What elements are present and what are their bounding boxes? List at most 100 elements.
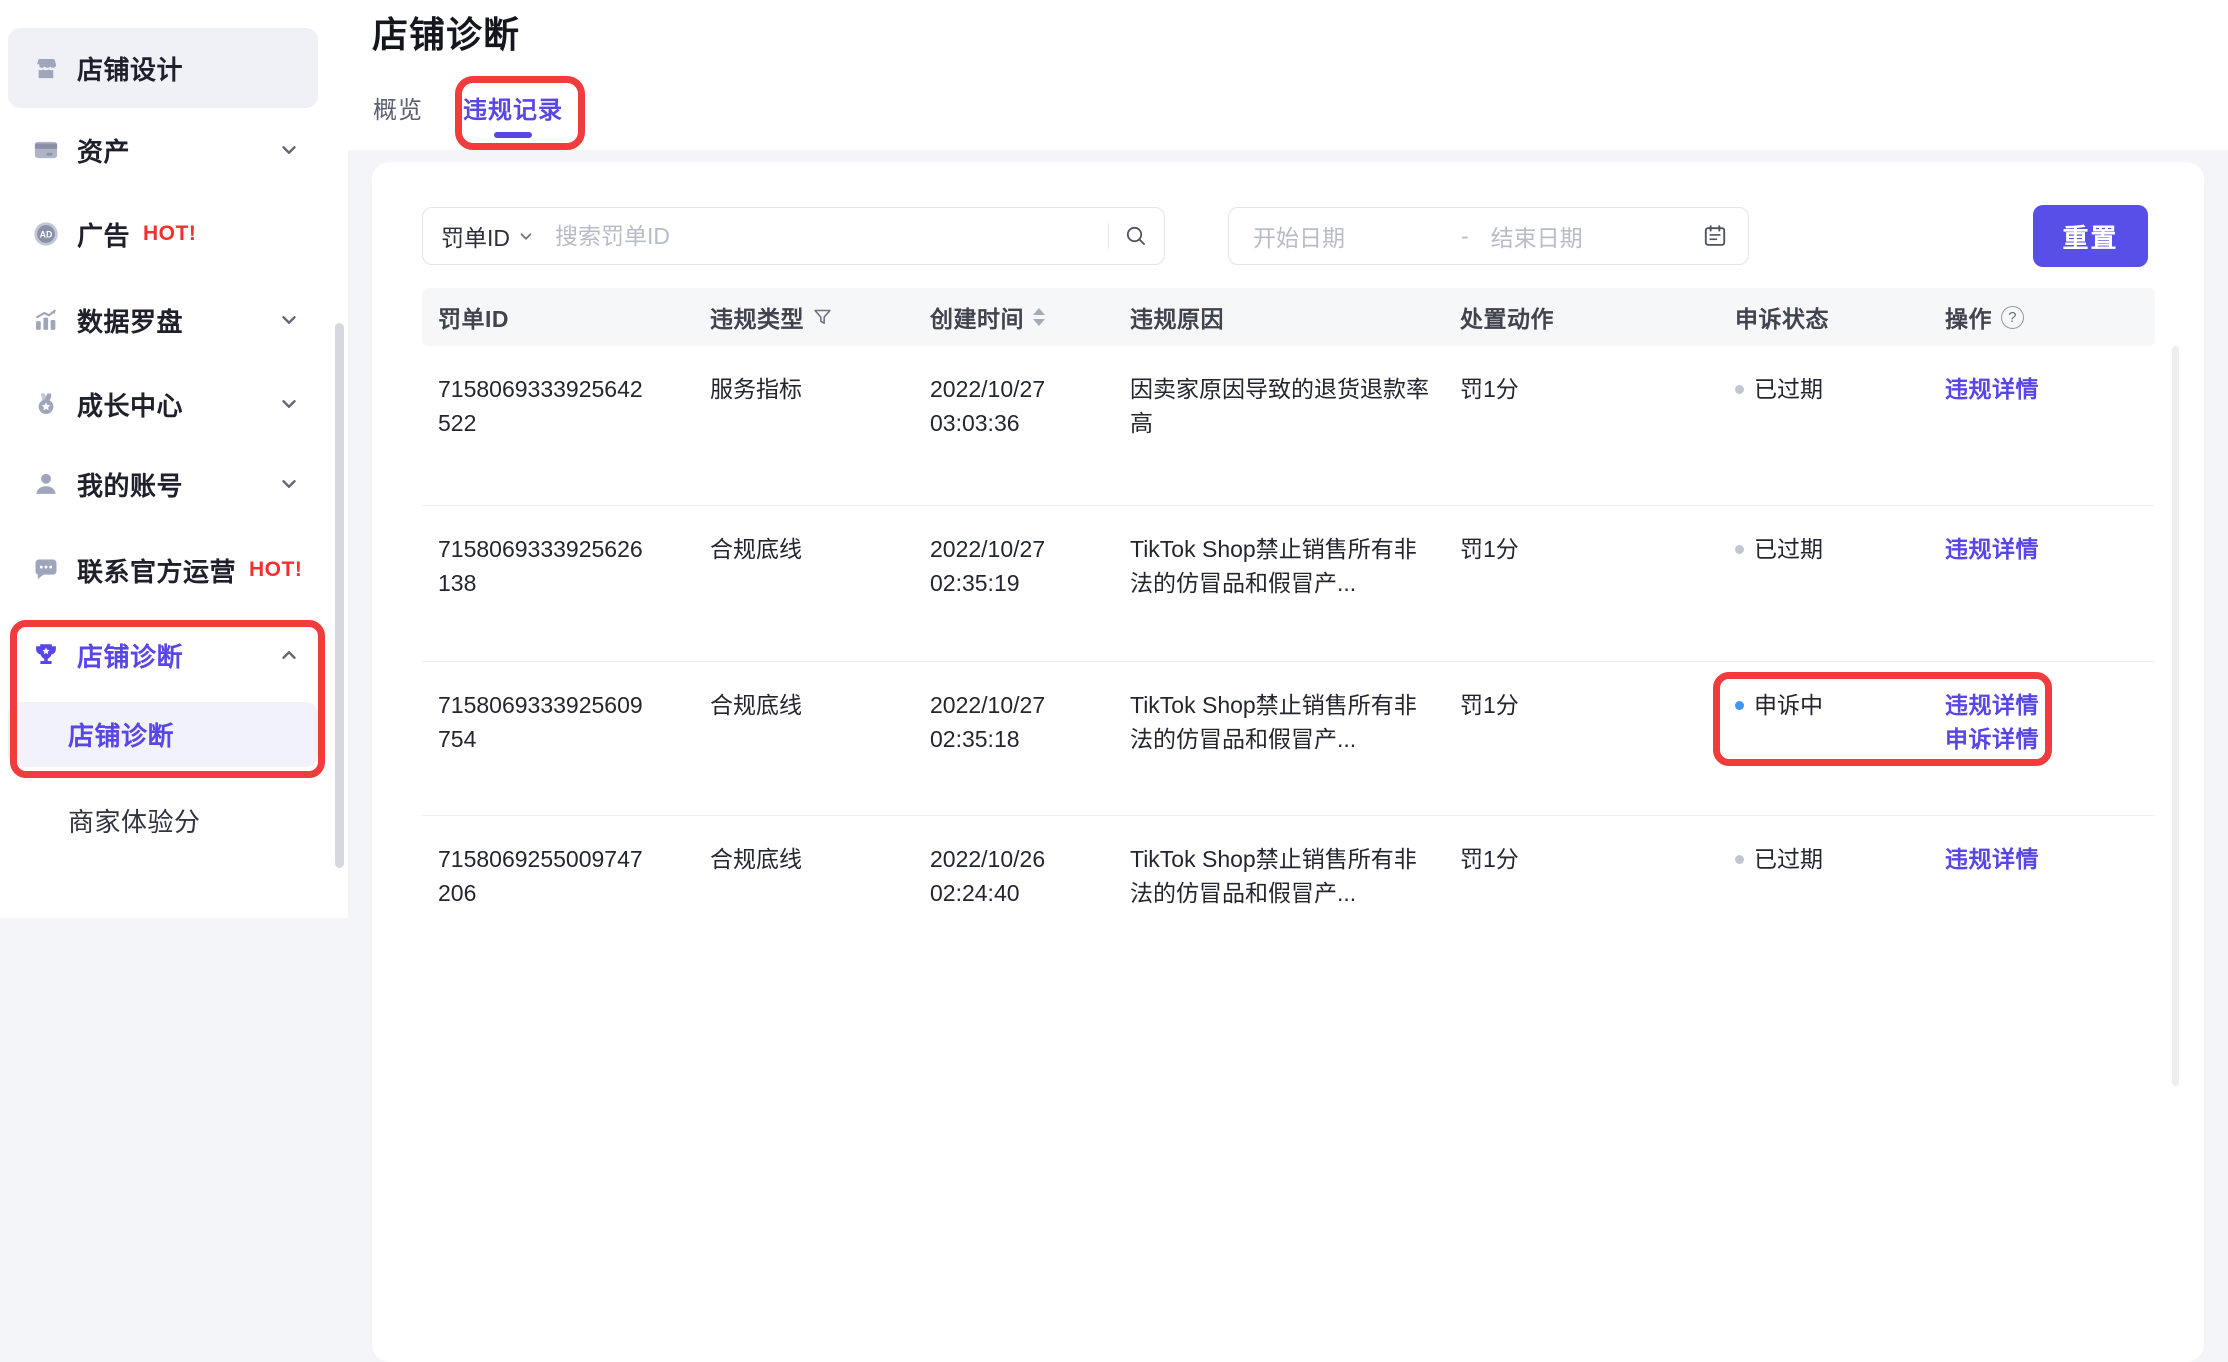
search-type-dropdown[interactable]: 罚单ID (441, 219, 535, 253)
cell-violation-reason: 因卖家原因导致的退货退款率高 (1114, 346, 1444, 505)
cell-violation-type: 合规底线 (694, 506, 914, 661)
table-row: 7158069255009747206 合规底线 2022/10/26 02:2… (422, 816, 2155, 1026)
user-icon (32, 470, 60, 498)
status-dot (1735, 701, 1744, 710)
sidebar-item-shop-diagnosis[interactable]: 店铺诊断 (8, 622, 318, 688)
cell-penalty-id: 7158069333925609754 (422, 662, 694, 815)
violation-detail-link[interactable]: 违规详情 (1945, 532, 2141, 566)
search-type-label: 罚单ID (441, 219, 510, 253)
help-icon[interactable]: ? (2001, 306, 2024, 329)
sidebar-scrollbar[interactable] (335, 323, 344, 868)
chevron-down-icon[interactable] (278, 139, 300, 161)
input-divider (1108, 223, 1110, 249)
sidebar-item-ads[interactable]: AD 广告 HOT! (8, 202, 318, 266)
content-card: 罚单ID 开始日期 - 结束日期 重置 罚单ID 违规类型 (372, 162, 2204, 1362)
sidebar-item-label: 店铺设计 (77, 50, 183, 87)
table-row: 7158069333925609754 合规底线 2022/10/27 02:3… (422, 662, 2155, 816)
cell-operations: 违规详情 (1929, 346, 2155, 505)
violation-detail-link[interactable]: 违规详情 (1945, 688, 2141, 722)
column-header-violation-type: 违规类型 (694, 288, 914, 346)
column-header-appeal-status: 申诉状态 (1719, 288, 1929, 346)
violation-detail-link[interactable]: 违规详情 (1945, 842, 2141, 876)
cell-appeal-status: 已过期 (1719, 346, 1929, 505)
sidebar-item-label: 我的账号 (77, 466, 183, 503)
date-range-picker[interactable]: 开始日期 - 结束日期 (1228, 207, 1749, 265)
violation-detail-link[interactable]: 违规详情 (1945, 372, 2141, 406)
cell-appeal-status: 已过期 (1719, 506, 1929, 661)
search-box: 罚单ID (422, 207, 1165, 265)
credit-card-icon (32, 136, 60, 164)
sidebar-item-shop-design[interactable]: 店铺设计 (8, 28, 318, 108)
status-label: 申诉中 (1754, 688, 1823, 722)
sidebar-item-contact-official[interactable]: 联系官方运营 HOT! (8, 538, 318, 602)
appeal-detail-link[interactable]: 申诉详情 (1945, 722, 2141, 756)
end-date-field[interactable]: 结束日期 (1491, 219, 1583, 253)
search-input[interactable] (553, 222, 1108, 251)
cell-created-time: 2022/10/27 02:35:18 (914, 662, 1114, 815)
calendar-icon[interactable] (1702, 223, 1728, 249)
status-dot (1735, 385, 1744, 394)
cell-violation-type: 合规底线 (694, 662, 914, 815)
chevron-down-icon[interactable] (278, 393, 300, 415)
sidebar-subitem-label: 店铺诊断 (68, 716, 174, 753)
sidebar-subitem-label: 商家体验分 (68, 802, 201, 839)
filter-bar: 罚单ID 开始日期 - 结束日期 重置 (422, 205, 2155, 267)
chevron-up-icon[interactable] (278, 644, 300, 666)
cell-action-taken: 罚1分 (1444, 816, 1719, 1026)
sort-icon[interactable] (1033, 308, 1045, 326)
cell-appeal-status: 申诉中 (1719, 662, 1929, 815)
trophy-icon (32, 641, 60, 669)
sidebar-item-label: 数据罗盘 (77, 302, 183, 339)
cell-violation-reason: TikTok Shop禁止销售所有非法的仿冒品和假冒产... (1114, 506, 1444, 661)
medal-icon (32, 390, 60, 418)
column-header-created-time: 创建时间 (914, 288, 1114, 346)
sidebar-item-label: 成长中心 (77, 386, 183, 423)
sidebar-item-assets[interactable]: 资产 (8, 118, 318, 182)
sidebar-item-label: 联系官方运营 (77, 552, 236, 589)
sidebar-item-label: 资产 (77, 132, 130, 169)
status-label: 已过期 (1754, 842, 1823, 876)
column-header-operation: 操作 ? (1929, 288, 2155, 346)
sidebar-item-label: 店铺诊断 (77, 637, 183, 674)
cell-penalty-id: 7158069333925642522 (422, 346, 694, 505)
cell-action-taken: 罚1分 (1444, 662, 1719, 815)
hot-badge: HOT! (249, 558, 302, 582)
sidebar-item-my-account[interactable]: 我的账号 (8, 452, 318, 516)
tab-bar: 概览 违规记录 (373, 90, 563, 125)
chevron-down-icon[interactable] (278, 473, 300, 495)
chevron-down-icon (517, 227, 535, 245)
cell-appeal-status: 已过期 (1719, 816, 1929, 1026)
cell-operations: 违规详情 申诉详情 (1929, 662, 2155, 815)
search-icon[interactable] (1124, 224, 1148, 248)
svg-text:AD: AD (40, 230, 53, 240)
ad-icon: AD (32, 220, 60, 248)
cell-penalty-id: 7158069333925626138 (422, 506, 694, 661)
date-separator: - (1461, 223, 1469, 250)
cell-violation-reason: TikTok Shop禁止销售所有非法的仿冒品和假冒产... (1114, 816, 1444, 1026)
tab-violation-records[interactable]: 违规记录 (463, 90, 563, 125)
table-row: 7158069333925626138 合规底线 2022/10/27 02:3… (422, 506, 2155, 662)
page-title: 店铺诊断 (372, 6, 520, 58)
reset-button[interactable]: 重置 (2033, 205, 2148, 267)
filter-funnel-icon[interactable] (812, 307, 833, 328)
tab-overview[interactable]: 概览 (373, 90, 423, 125)
column-header-action-taken: 处置动作 (1444, 288, 1719, 346)
column-header-penalty-id: 罚单ID (422, 288, 694, 346)
start-date-field[interactable]: 开始日期 (1253, 219, 1345, 253)
sidebar-subitem-shop-diagnosis[interactable]: 店铺诊断 (8, 702, 318, 767)
bar-chart-icon (32, 306, 60, 334)
status-label: 已过期 (1754, 372, 1823, 406)
sidebar-item-data-compass[interactable]: 数据罗盘 (8, 288, 318, 352)
chevron-down-icon[interactable] (278, 309, 300, 331)
storefront-icon (32, 54, 60, 82)
sidebar-subitem-experience-score[interactable]: 商家体验分 (8, 788, 318, 853)
hot-badge: HOT! (143, 222, 196, 246)
cell-action-taken: 罚1分 (1444, 346, 1719, 505)
sidebar-item-growth-center[interactable]: 成长中心 (8, 372, 318, 436)
cell-operations: 违规详情 (1929, 816, 2155, 1026)
cell-action-taken: 罚1分 (1444, 506, 1719, 661)
cell-created-time: 2022/10/27 03:03:36 (914, 346, 1114, 505)
cell-created-time: 2022/10/27 02:35:19 (914, 506, 1114, 661)
table-scrollbar[interactable] (2172, 346, 2179, 1086)
cell-created-time: 2022/10/26 02:24:40 (914, 816, 1114, 1026)
